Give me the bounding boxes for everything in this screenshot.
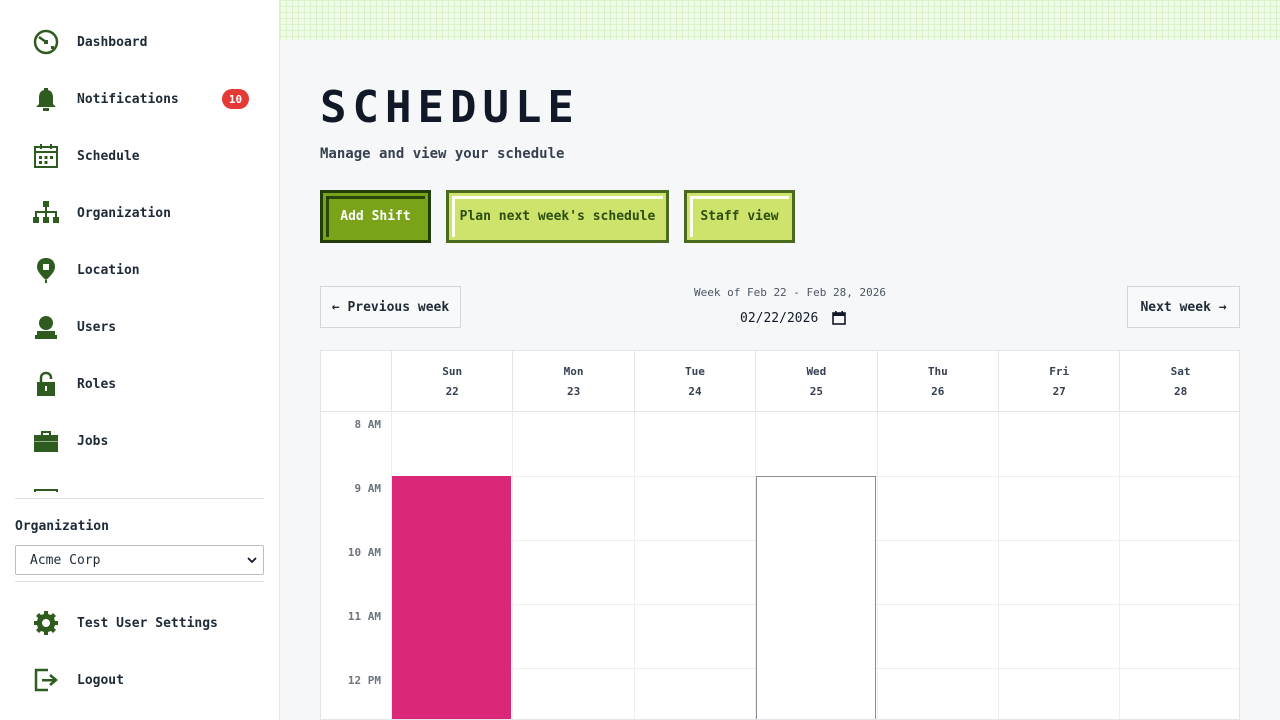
add-shift-button[interactable]: Add Shift	[320, 190, 431, 243]
briefcase-icon	[30, 425, 62, 457]
sidebar-divider	[15, 498, 264, 499]
sidebar-item-schedule[interactable]: Schedule	[30, 136, 260, 176]
sidebar-item-label: Organization	[77, 205, 171, 221]
logout-icon	[30, 664, 62, 696]
next-week-label: Next week →	[1140, 299, 1227, 315]
staff-view-button[interactable]: Staff view	[684, 190, 795, 243]
sidebar-item-settings[interactable]: Test User Settings	[30, 603, 260, 643]
chevron-down-icon	[247, 557, 257, 564]
week-date-input[interactable]: 02/22/2026	[734, 307, 852, 329]
day-column-divider	[876, 412, 878, 719]
location-pin-icon	[30, 254, 62, 286]
day-date: 22	[445, 384, 459, 398]
calendar-picker-icon[interactable]	[832, 311, 846, 325]
day-name: Fri	[1049, 364, 1070, 378]
org-chart-icon	[30, 197, 62, 229]
sidebar-item-label: Schedule	[77, 148, 140, 164]
previous-week-button[interactable]: ← Previous week	[320, 286, 461, 328]
bell-icon	[30, 83, 62, 115]
day-column-divider	[512, 412, 514, 719]
day-column-divider	[998, 412, 999, 719]
header-pattern	[280, 0, 1280, 40]
week-calendar: Sun 22 Mon 23 Tue 24 Wed 25 Thu 26 Fri 27 Sat 28 8 AM 9…	[320, 350, 1240, 720]
gear-icon	[30, 607, 62, 639]
sidebar-item-dashboard[interactable]: Dashboard	[30, 22, 260, 62]
sidebar-item-roles[interactable]: Roles	[30, 364, 260, 404]
page-subtitle: Manage and view your schedule	[320, 146, 565, 162]
time-label: 9 AM	[354, 482, 382, 495]
plan-next-week-button-label: Plan next week's schedule	[459, 209, 656, 224]
day-name: Thu	[927, 364, 948, 378]
sidebar-divider	[15, 581, 264, 582]
time-label: 12 PM	[347, 674, 381, 687]
day-header-thu: Thu 26	[876, 351, 998, 412]
day-name: Sun	[442, 364, 463, 378]
day-header-mon: Mon 23	[512, 351, 633, 412]
sidebar-item-notifications[interactable]: Notifications 10	[30, 79, 260, 119]
notification-count-badge: 10	[222, 89, 249, 109]
lock-icon	[30, 368, 62, 400]
plan-next-week-button[interactable]: Plan next week's schedule	[446, 190, 669, 243]
sidebar-item-label: Roles	[77, 376, 117, 392]
user-icon	[30, 311, 62, 343]
sidebar-item-label: Jobs	[77, 433, 109, 449]
staff-view-button-label: Staff view	[700, 209, 779, 224]
day-column-divider	[633, 412, 635, 719]
sidebar-item-location[interactable]: Location	[30, 250, 260, 290]
settings-label: Test User Settings	[77, 615, 218, 631]
day-name: Sat	[1170, 364, 1191, 378]
sidebar-item-jobs[interactable]: Jobs	[30, 421, 260, 461]
sidebar-item-users[interactable]: Users	[30, 307, 260, 347]
logout-label: Logout	[77, 672, 124, 688]
add-shift-button-label: Add Shift	[340, 209, 411, 224]
day-header-tue: Tue 24	[633, 351, 755, 412]
day-name: Tue	[685, 364, 705, 378]
day-header-wed: Wed 25	[755, 351, 876, 412]
calendar-icon	[30, 140, 62, 172]
organization-select[interactable]: Acme Corp	[15, 545, 264, 575]
next-week-button[interactable]: Next week →	[1127, 286, 1240, 328]
week-range-label: Week of Feb 22 - Feb 28, 2026	[693, 286, 887, 299]
day-column-divider	[1119, 412, 1121, 719]
day-date: 24	[688, 384, 702, 398]
sidebar-item-more-icon	[34, 489, 58, 492]
dashboard-icon	[30, 26, 62, 58]
week-date-value: 02/22/2026	[740, 310, 819, 326]
time-label: 11 AM	[347, 610, 381, 623]
day-header-sat: Sat 28	[1119, 351, 1239, 412]
shift-block[interactable]: Doreen Green	[392, 476, 512, 719]
sidebar: Dashboard Notifications 10 Schedule Orga…	[0, 0, 280, 720]
time-label: 10 AM	[347, 546, 381, 559]
day-name: Wed	[806, 364, 827, 378]
day-date: 23	[566, 384, 581, 398]
sidebar-item-label: Notifications	[77, 91, 179, 107]
day-date: 26	[931, 384, 945, 398]
time-label: 8 AM	[354, 418, 382, 431]
sidebar-nav: Dashboard Notifications 10 Schedule Orga…	[0, 0, 279, 492]
day-header-sun: Sun 22	[391, 351, 512, 412]
sidebar-item-organization[interactable]: Organization	[30, 193, 260, 233]
sidebar-item-label: Users	[77, 319, 117, 335]
sidebar-item-label: Dashboard	[77, 34, 148, 50]
organization-select-value: Acme Corp	[30, 552, 101, 568]
sidebar-item-label: Location	[77, 262, 140, 278]
sidebar-item-logout[interactable]: Logout	[30, 660, 260, 700]
day-date: 27	[1052, 384, 1066, 398]
organization-label: Organization	[15, 519, 109, 534]
shift-block[interactable]: Test User	[756, 476, 876, 719]
page-title: SCHEDULE	[320, 82, 580, 133]
day-name: Mon	[563, 364, 584, 378]
previous-week-label: ← Previous week	[331, 299, 450, 315]
day-date: 28	[1173, 384, 1188, 398]
day-date: 25	[809, 384, 823, 398]
day-header-fri: Fri 27	[998, 351, 1119, 412]
